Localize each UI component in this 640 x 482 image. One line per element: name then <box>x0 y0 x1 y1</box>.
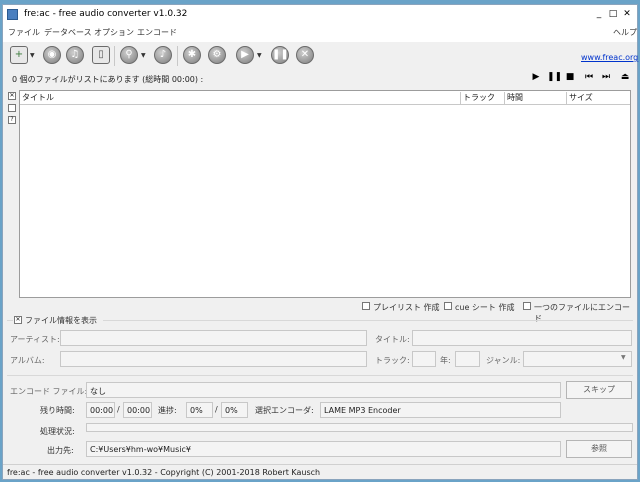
minimize-button[interactable]: _ <box>593 8 605 20</box>
cue-checkbox[interactable] <box>444 302 452 310</box>
remaining-time-field: 00:00 <box>86 402 115 418</box>
app-window: fre:ac - free audio converter v1.0.32 _ … <box>2 4 638 480</box>
title-label: タイトル: <box>375 335 410 344</box>
chevron-down-icon[interactable]: ▼ <box>621 354 626 361</box>
cd-rip-icon[interactable]: ♫ <box>66 46 84 64</box>
joblist-status: 0 個のファイルがリストにあります (総時間 00:00) : <box>12 75 204 84</box>
menu-encode[interactable]: エンコード <box>137 27 177 38</box>
next-icon[interactable]: ⏭ <box>600 72 612 82</box>
app-icon <box>7 9 18 20</box>
skip-button[interactable]: スキップ <box>566 381 632 399</box>
encoder-field: LAME MP3 Encoder <box>320 402 561 418</box>
joblist[interactable]: タイトル トラック 時間 サイズ <box>19 90 631 298</box>
select-all-checkbox[interactable]: ✕ <box>8 92 16 100</box>
stop-icon[interactable]: ■ <box>564 72 576 82</box>
cd-add-icon[interactable]: ◉ <box>43 46 61 64</box>
status-bar: fre:ac - free audio converter v1.0.32 - … <box>3 464 637 479</box>
total-time-field: 00:00 <box>123 402 152 418</box>
play-icon[interactable]: ▶ <box>530 72 542 82</box>
show-info-checkbox[interactable]: ✕ <box>14 316 22 324</box>
remove-icon[interactable]: ▯ <box>92 46 110 64</box>
menu-options[interactable]: オプション <box>94 27 134 38</box>
artist-label: アーティスト: <box>10 335 60 344</box>
genre-select[interactable] <box>523 351 632 367</box>
cddb-query-icon[interactable]: ⚲ <box>120 46 138 64</box>
title-bar: fre:ac - free audio converter v1.0.32 _ … <box>3 5 637 24</box>
previous-icon[interactable]: ⏮ <box>583 72 595 82</box>
stop-icon[interactable]: ✕ <box>296 46 314 64</box>
year-field[interactable] <box>455 351 480 367</box>
pause-icon[interactable]: ❚❚ <box>547 72 562 82</box>
genre-label: ジャンル: <box>486 356 521 365</box>
encode-file-label: エンコード ファイル: <box>10 387 88 396</box>
artist-field[interactable] <box>60 330 367 346</box>
playlist-option[interactable]: プレイリスト 作成 <box>373 302 440 313</box>
add-dropdown-icon[interactable]: ▼ <box>30 52 35 59</box>
website-link[interactable]: www.freac.org <box>581 53 638 62</box>
status-label: 処理状況: <box>40 427 75 436</box>
divider <box>103 320 633 321</box>
menu-file[interactable]: ファイル <box>8 27 40 38</box>
progress-label: 進捗: <box>158 406 177 415</box>
joblist-header: タイトル トラック 時間 サイズ <box>20 91 630 105</box>
column-time[interactable]: 時間 <box>505 92 567 104</box>
toolbar-separator <box>177 46 178 66</box>
track-label: トラック: <box>375 356 410 365</box>
query-dropdown-icon[interactable]: ▼ <box>141 52 146 59</box>
browse-button[interactable]: 参照 <box>566 440 632 458</box>
progress-bar <box>86 423 633 432</box>
encoder-label: 選択エンコーダ: <box>255 406 314 415</box>
column-track[interactable]: トラック <box>461 92 505 104</box>
toolbar-separator <box>114 46 115 66</box>
divider <box>7 375 633 376</box>
maximize-button[interactable]: □ <box>607 8 619 20</box>
pause-icon[interactable]: ❚❚ <box>271 46 289 64</box>
progress-total-field: 0% <box>221 402 248 418</box>
encode-file-field: なし <box>86 382 561 398</box>
start-encode-icon[interactable]: ▶ <box>236 46 254 64</box>
column-title[interactable]: タイトル <box>20 92 461 104</box>
menu-database[interactable]: データベース <box>44 27 92 38</box>
cddb-submit-icon[interactable]: ♪ <box>154 46 172 64</box>
output-folder-field[interactable]: C:¥Users¥hm-wo¥Music¥ <box>86 441 561 457</box>
output-label: 出力先: <box>47 446 74 455</box>
encode-dropdown-icon[interactable]: ▼ <box>257 52 262 59</box>
progress-separator: / <box>215 405 218 414</box>
track-field[interactable] <box>412 351 436 367</box>
playlist-checkbox[interactable] <box>362 302 370 310</box>
single-file-checkbox[interactable] <box>523 302 531 310</box>
configure-icon[interactable]: ✱ <box>183 46 201 64</box>
year-label: 年: <box>440 356 451 365</box>
column-size[interactable]: サイズ <box>567 92 630 104</box>
window-title: fre:ac - free audio converter v1.0.32 <box>24 9 188 19</box>
eject-icon[interactable]: ⏏ <box>619 72 631 82</box>
album-field[interactable] <box>60 351 367 367</box>
select-none-checkbox[interactable] <box>8 104 16 112</box>
add-files-icon[interactable]: + <box>10 46 28 64</box>
time-separator: / <box>117 405 120 414</box>
progress-field: 0% <box>186 402 213 418</box>
album-label: アルバム: <box>10 356 45 365</box>
menu-help[interactable]: ヘルプ <box>613 27 637 38</box>
divider <box>7 320 13 321</box>
remaining-label: 残り時間: <box>40 406 75 415</box>
toggle-selection-checkbox[interactable]: ? <box>8 116 16 124</box>
close-button[interactable]: ✕ <box>621 8 633 20</box>
title-field[interactable] <box>412 330 632 346</box>
settings-gear-icon[interactable]: ⚙ <box>208 46 226 64</box>
show-info-label[interactable]: ファイル情報を表示 <box>25 315 97 326</box>
cue-option[interactable]: cue シート 作成 <box>455 302 514 313</box>
